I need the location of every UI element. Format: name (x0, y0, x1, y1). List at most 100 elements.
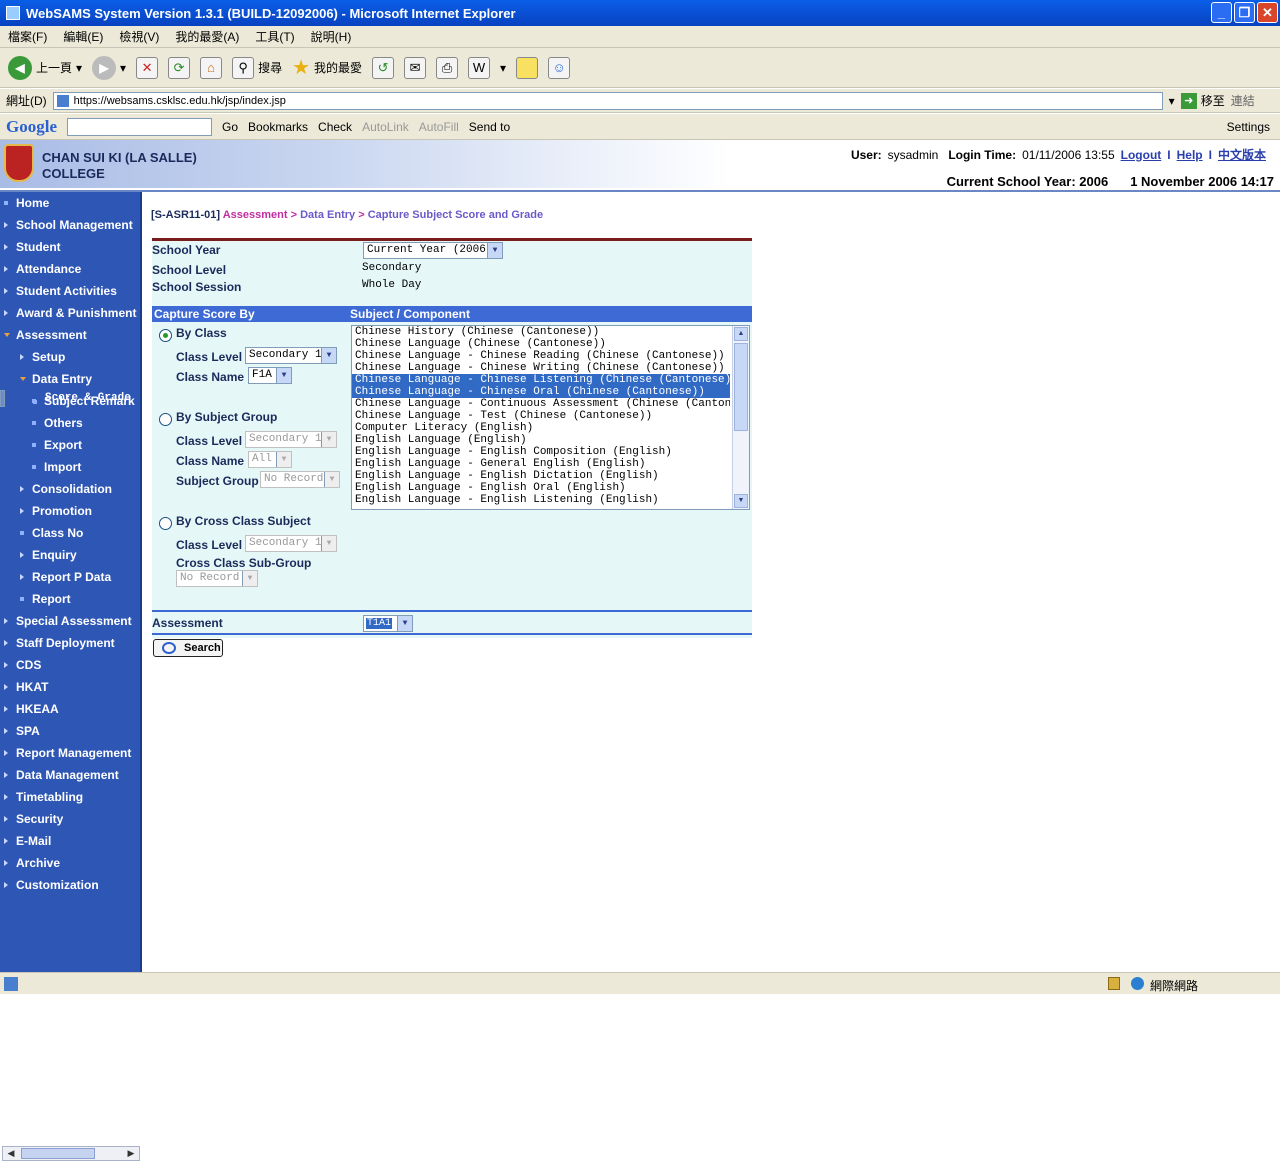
subject-group-select[interactable]: No Record ▼ (260, 471, 340, 488)
home-icon[interactable]: ⌂ (200, 56, 223, 79)
google-logo[interactable]: Google (6, 117, 57, 137)
sidebar-item[interactable]: Promotion (0, 500, 140, 522)
scroll-thumb[interactable] (734, 343, 748, 431)
sg-class-name-select[interactable]: All ▼ (248, 451, 292, 468)
menu-tools[interactable]: 工具(T) (255, 28, 294, 45)
back-dropdown-icon[interactable]: ▾ (76, 61, 82, 75)
subject-option[interactable]: Chinese History (Chinese (Cantonese)) (352, 326, 730, 338)
autolink-button[interactable]: AutoLink (362, 120, 409, 134)
sidebar-item[interactable]: Subject Remark (0, 390, 140, 412)
sidebar-item[interactable]: School Management (0, 214, 140, 236)
sidebar-item[interactable]: SPA (0, 720, 140, 742)
close-icon[interactable]: ✕ (1257, 2, 1278, 23)
sidebar-item[interactable]: E-Mail (0, 830, 140, 852)
logout-link[interactable]: Logout (1121, 148, 1162, 162)
menu-file[interactable]: 檔案(F) (8, 28, 47, 45)
word-dropdown-icon[interactable]: ▾ (500, 61, 506, 75)
go-button[interactable]: ➜ 移至 (1180, 92, 1225, 109)
url-dropdown-icon[interactable]: ▾ (1169, 94, 1175, 108)
google-search-input[interactable] (67, 117, 212, 136)
subject-list-scrollbar[interactable]: ▲ ▼ (732, 326, 749, 509)
scroll-up-icon[interactable]: ▲ (734, 327, 748, 341)
print-icon[interactable]: ⎙ (436, 56, 459, 79)
class-name-select[interactable]: F1A ▼ (248, 367, 292, 384)
sidebar-item[interactable]: Student Activities (0, 280, 140, 302)
autofill-button[interactable]: AutoFill (419, 120, 459, 134)
favorites-button[interactable]: ★ 我的最愛 (292, 55, 362, 80)
menu-view[interactable]: 檢視(V) (119, 28, 159, 45)
subject-component-list[interactable]: Chinese History (Chinese (Cantonese)) Chi… (351, 325, 750, 510)
google-go-button[interactable]: Go (222, 120, 238, 134)
chinese-version-link[interactable]: 中文版本 (1218, 146, 1266, 163)
bookmarks-button[interactable]: Bookmarks (248, 120, 308, 134)
subject-option[interactable]: Chinese Language - Chinese Listening (Ch… (352, 374, 730, 386)
scroll-left-icon[interactable]: ◀ (4, 1148, 18, 1159)
sendto-button[interactable]: Send to (469, 120, 510, 134)
sidebar-item[interactable]: CDS (0, 654, 140, 676)
subject-option[interactable]: English Language - English Composition (… (352, 446, 730, 458)
sidebar-item[interactable]: Award & Punishment (0, 302, 140, 324)
history-icon[interactable]: ↺ (372, 56, 395, 79)
sidebar-item[interactable]: HKEAA (0, 698, 140, 720)
forward-button[interactable]: ▶ ▾ (92, 55, 126, 80)
restore-icon[interactable]: ❐ (1234, 2, 1255, 23)
sidebar-item[interactable]: Report (0, 588, 140, 610)
subject-option[interactable]: Chinese Language - Test (Chinese (Canton… (352, 410, 730, 422)
subject-option[interactable]: English Language (English) (352, 434, 730, 446)
sg-class-level-select[interactable]: Secondary 1 ▼ (245, 431, 337, 448)
sidebar-item[interactable]: Import (0, 456, 140, 478)
menu-favorites[interactable]: 我的最愛(A) (175, 28, 239, 45)
subject-option[interactable]: Chinese Language - Chinese Oral (Chinese… (352, 386, 730, 398)
sidebar-item[interactable]: Class No (0, 522, 140, 544)
sidebar-item[interactable]: Data Management (0, 764, 140, 786)
subject-option[interactable]: English Language - English Listening (En… (352, 494, 730, 506)
sidebar-item[interactable]: Attendance (0, 258, 140, 280)
sidebar-item[interactable]: Student (0, 236, 140, 258)
by-class-radio[interactable] (159, 329, 172, 342)
subject-option[interactable]: English Language - General English (Engl… (352, 458, 730, 470)
back-button[interactable]: ◀ 上一頁 ▾ (8, 55, 82, 80)
links-label[interactable]: 連結 (1231, 92, 1255, 109)
sidebar-item[interactable]: Security (0, 808, 140, 830)
check-button[interactable]: Check (318, 120, 352, 134)
minimize-icon[interactable]: _ (1211, 2, 1232, 23)
messenger-icon[interactable]: ☺ (548, 56, 571, 79)
breadcrumb-data-entry[interactable]: Data Entry (300, 209, 355, 221)
note-icon[interactable] (516, 56, 539, 79)
sidebar-item[interactable]: Archive (0, 852, 140, 874)
sidebar-item[interactable]: Assessment (0, 324, 140, 346)
subject-option[interactable]: Chinese Language - Continuous Assessment… (352, 398, 730, 410)
cc-class-level-select[interactable]: Secondary 1 ▼ (245, 535, 337, 552)
mail-icon[interactable]: ✉ (404, 56, 427, 79)
menu-edit[interactable]: 編輯(E) (63, 28, 103, 45)
sidebar-item[interactable]: Report P Data (0, 566, 140, 588)
subject-option[interactable]: Chinese Language - Chinese Writing (Chin… (352, 362, 730, 374)
sidebar-item[interactable]: Setup (0, 346, 140, 368)
by-subject-group-radio[interactable] (159, 413, 172, 426)
subject-option[interactable]: English Language - English Dictation (En… (352, 470, 730, 482)
stop-icon[interactable]: ✕ (136, 56, 159, 79)
sidebar-item[interactable]: Consolidation (0, 478, 140, 500)
url-input[interactable]: https://websams.csklsc.edu.hk/jsp/index.… (52, 91, 1163, 110)
subject-option[interactable]: Chinese Language - Chinese Reading (Chin… (352, 350, 730, 362)
class-level-select[interactable]: Secondary 1 ▼ (245, 347, 337, 364)
scroll-thumb[interactable] (21, 1148, 95, 1159)
sidebar-item[interactable]: Home (0, 192, 140, 214)
scroll-right-icon[interactable]: ▶ (124, 1148, 138, 1159)
by-cross-class-radio[interactable] (159, 517, 172, 530)
breadcrumb-assessment[interactable]: Assessment (223, 209, 288, 221)
cc-sub-group-select[interactable]: No Record ▼ (176, 570, 258, 587)
subject-option[interactable]: Chinese Language (Chinese (Cantonese)) (352, 338, 730, 350)
word-icon[interactable]: W (468, 56, 491, 79)
sidebar-item[interactable]: Staff Deployment (0, 632, 140, 654)
search-button[interactable]: ⚲ 搜尋 (232, 56, 282, 79)
refresh-icon[interactable]: ⟳ (168, 56, 191, 79)
sidebar-item[interactable]: HKAT (0, 676, 140, 698)
assessment-select[interactable]: T1A1 ▼ (363, 615, 413, 632)
sidebar-item[interactable]: Others (0, 412, 140, 434)
school-year-select[interactable]: Current Year (2006) ▼ (363, 242, 503, 259)
sidebar-horizontal-scrollbar[interactable]: ◀ ▶ (2, 1146, 140, 1161)
search-button[interactable]: Search (153, 639, 223, 657)
menu-help[interactable]: 說明(H) (311, 28, 352, 45)
subject-option[interactable]: Computer Literacy (English) (352, 422, 730, 434)
